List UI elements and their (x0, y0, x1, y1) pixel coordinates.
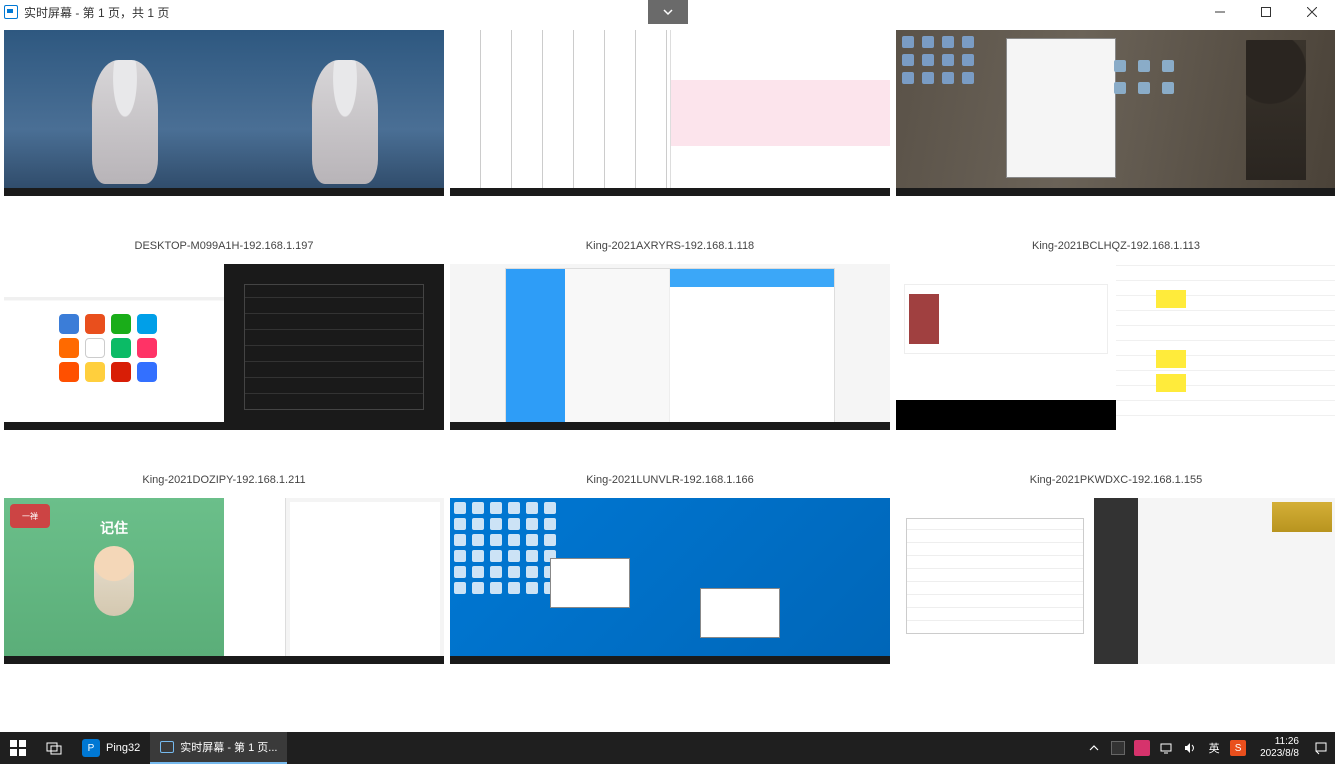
start-button[interactable] (0, 732, 36, 764)
tray-app-icon[interactable] (1110, 740, 1126, 756)
clock-date: 2023/8/8 (1260, 748, 1299, 760)
screen-label: King-2021LUNVLR-192.168.1.166 (586, 474, 754, 486)
screen-label: DESKTOP-M099A1H-192.168.1.197 (135, 240, 314, 252)
ping32-icon: P (82, 739, 100, 757)
screen-thumbnail[interactable] (896, 30, 1335, 196)
titlebar: 实时屏幕 - 第 1 页，共 1 页 (0, 0, 1335, 24)
screen-cell: King-2021LUNVLR-192.168.1.166 (450, 264, 890, 492)
screen-label: King-2021AXRYRS-192.168.1.118 (586, 240, 754, 252)
screen-label: King-2021DOZIPY-192.168.1.211 (142, 474, 305, 486)
windows-icon (10, 740, 26, 756)
close-button[interactable] (1289, 0, 1335, 24)
tray-overflow-button[interactable] (1086, 740, 1102, 756)
screen-thumbnail[interactable] (896, 498, 1335, 664)
ime-indicator[interactable]: 英 (1206, 740, 1222, 756)
network-icon[interactable] (1158, 740, 1174, 756)
sogou-ime-icon[interactable]: S (1230, 740, 1246, 756)
taskbar-app-realtime-screen[interactable]: 实时屏幕 - 第 1 页... (150, 732, 287, 764)
volume-icon[interactable] (1182, 740, 1198, 756)
system-tray: 英 S 11:26 2023/8/8 (1086, 736, 1329, 760)
content-area: DESKTOP-M099A1H-192.168.1.197 King-2021A… (0, 24, 1335, 705)
system-taskbar: P Ping32 实时屏幕 - 第 1 页... 英 S 11:26 2023/… (0, 732, 1335, 764)
clock[interactable]: 11:26 2023/8/8 (1254, 736, 1305, 760)
maximize-button[interactable] (1243, 0, 1289, 24)
screen-label: King-2021PKWDXC-192.168.1.155 (1030, 474, 1202, 486)
screen-thumbnail[interactable] (450, 30, 890, 196)
screen-cell: King-2021DOZIPY-192.168.1.211 (4, 264, 444, 492)
minimize-button[interactable] (1197, 0, 1243, 24)
screen-thumbnail[interactable] (4, 30, 444, 196)
screen-cell: DESKTOP-M099A1H-192.168.1.197 (4, 30, 444, 258)
screen-thumbnail[interactable] (4, 264, 444, 430)
chevron-down-icon (662, 6, 674, 18)
task-view-button[interactable] (36, 732, 72, 764)
window-controls (1197, 0, 1335, 24)
screen-grid: DESKTOP-M099A1H-192.168.1.197 King-2021A… (2, 30, 1333, 705)
screen-cell: King-2021AXRYRS-192.168.1.118 (450, 30, 890, 258)
clock-time: 11:26 (1260, 736, 1299, 748)
screen-thumbnail[interactable] (896, 264, 1335, 430)
task-view-icon (46, 740, 62, 756)
screen-thumbnail[interactable] (450, 264, 890, 430)
taskbar-app-label: Ping32 (106, 742, 140, 754)
tray-app-pink-icon[interactable] (1134, 740, 1150, 756)
notifications-button[interactable] (1313, 740, 1329, 756)
screen-cell: 一禅 记住 King-2021YMRYNQ-192.168.1.17 (4, 498, 444, 705)
window-title: 实时屏幕 - 第 1 页，共 1 页 (24, 4, 169, 21)
screen-thumbnail[interactable]: 一禅 记住 (4, 498, 444, 664)
screen-cell: MS-SXFHKINKFWUJ-192.168.1.3 (450, 498, 890, 705)
collapse-toolbar-button[interactable] (648, 0, 688, 24)
taskbar-app-label: 实时屏幕 - 第 1 页... (180, 739, 277, 755)
screen-cell: King-2021BCLHQZ-192.168.1.113 (896, 30, 1335, 258)
taskbar-app-ping32[interactable]: P Ping32 (72, 732, 150, 764)
screen-cell: King-2021PKWDXC-192.168.1.155 (896, 264, 1335, 492)
screen-label: King-2021BCLHQZ-192.168.1.113 (1032, 240, 1200, 252)
app-icon (4, 5, 18, 19)
screen-thumbnail[interactable] (450, 498, 890, 664)
screen-cell: QH-20221202RXVX-192.168.1.14 (896, 498, 1335, 705)
monitor-icon (160, 741, 174, 753)
